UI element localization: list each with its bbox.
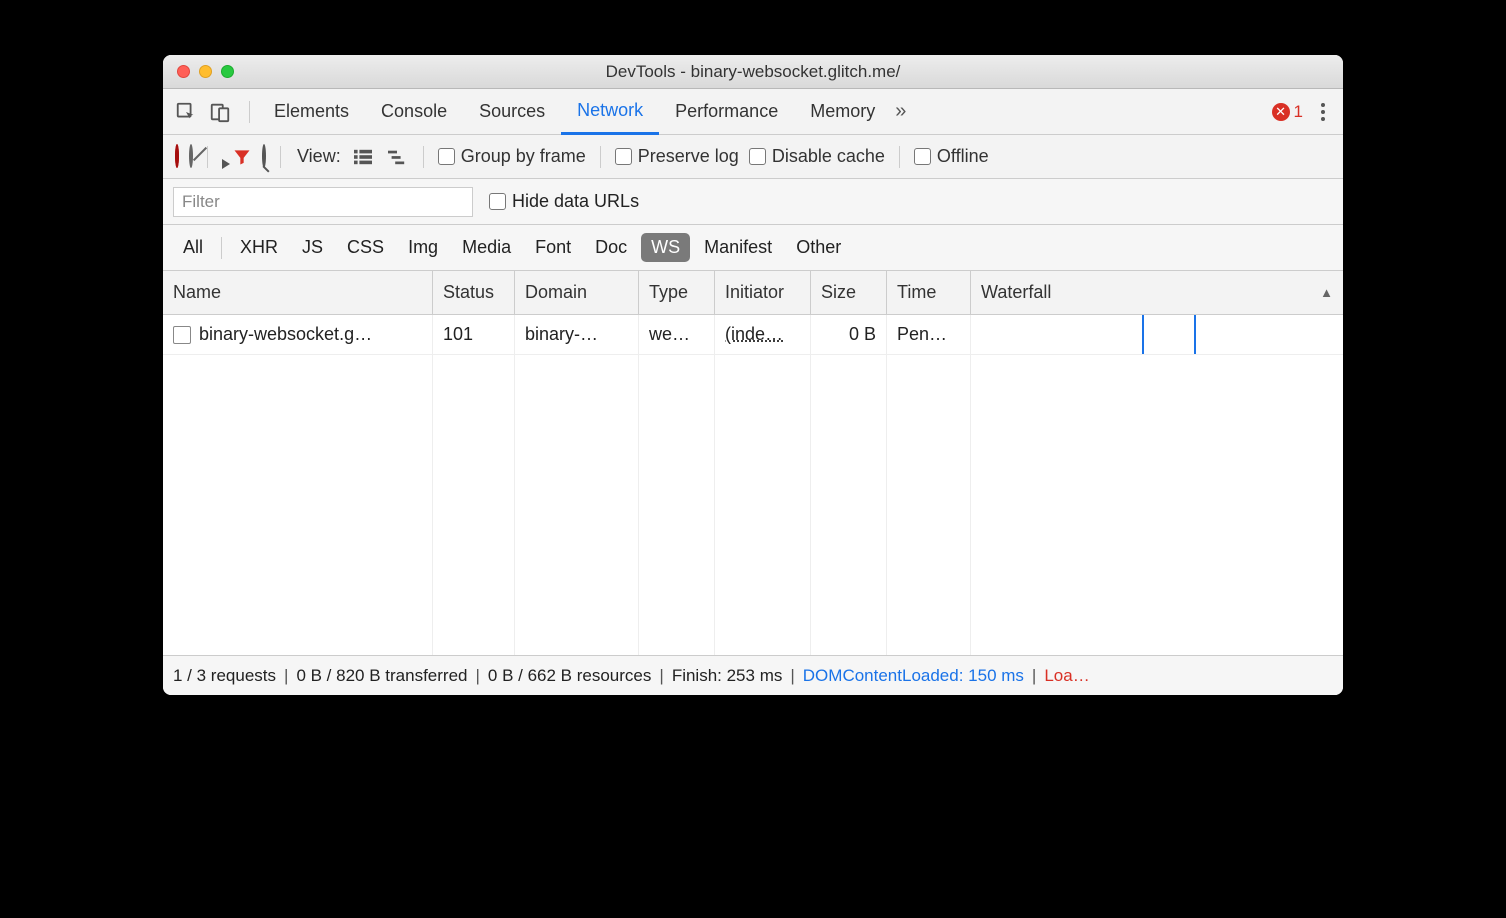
window-controls xyxy=(177,65,234,78)
col-domain[interactable]: Domain xyxy=(515,271,639,314)
filter-icon[interactable] xyxy=(232,147,252,167)
inspect-element-icon[interactable] xyxy=(173,99,199,125)
record-button[interactable] xyxy=(175,146,179,167)
offline-checkbox[interactable]: Offline xyxy=(914,146,989,167)
cell-size: 0 B xyxy=(811,315,887,354)
close-window-button[interactable] xyxy=(177,65,190,78)
filter-type-img[interactable]: Img xyxy=(398,233,448,262)
hide-data-urls-checkbox[interactable]: Hide data URLs xyxy=(489,191,639,212)
panel-tabbar: Elements Console Sources Network Perform… xyxy=(163,89,1343,135)
cell-initiator: (inde… xyxy=(715,315,811,354)
tab-memory[interactable]: Memory xyxy=(794,89,891,134)
status-resources: 0 B / 662 B resources xyxy=(488,666,651,686)
zoom-window-button[interactable] xyxy=(221,65,234,78)
disable-cache-checkbox[interactable]: Disable cache xyxy=(749,146,885,167)
filter-input[interactable]: Filter xyxy=(173,187,473,217)
more-tabs-icon[interactable]: » xyxy=(895,100,906,123)
kebab-menu-icon[interactable] xyxy=(1313,103,1333,121)
requests-grid: Name Status Domain Type Initiator Size T… xyxy=(163,271,1343,655)
filter-type-other[interactable]: Other xyxy=(786,233,851,262)
filter-type-xhr[interactable]: XHR xyxy=(230,233,288,262)
tab-console[interactable]: Console xyxy=(365,89,463,134)
separator xyxy=(423,146,424,168)
search-icon[interactable] xyxy=(262,146,266,167)
separator xyxy=(280,146,281,168)
cell-name: binary-websocket.g… xyxy=(163,315,433,354)
cell-time: Pen… xyxy=(887,315,971,354)
separator xyxy=(600,146,601,168)
error-count-badge[interactable]: ✕ 1 xyxy=(1272,102,1303,122)
status-domcontentloaded: DOMContentLoaded: 150 ms xyxy=(803,666,1024,686)
sort-indicator-icon: ▲ xyxy=(1320,285,1333,300)
grid-header: Name Status Domain Type Initiator Size T… xyxy=(163,271,1343,315)
cell-type: we… xyxy=(639,315,715,354)
window-title: DevTools - binary-websocket.glitch.me/ xyxy=(163,62,1343,82)
col-waterfall[interactable]: Waterfall ▲ xyxy=(971,271,1343,314)
grid-body: binary-websocket.g… 101 binary-… we… (in… xyxy=(163,315,1343,655)
group-by-frame-checkbox[interactable]: Group by frame xyxy=(438,146,586,167)
tab-elements[interactable]: Elements xyxy=(258,89,365,134)
type-filter-row: All XHR JS CSS Img Media Font Doc WS Man… xyxy=(163,225,1343,271)
filter-type-js[interactable]: JS xyxy=(292,233,333,262)
filter-row: Filter Hide data URLs xyxy=(163,179,1343,225)
tab-network[interactable]: Network xyxy=(561,90,659,135)
preserve-log-checkbox[interactable]: Preserve log xyxy=(615,146,739,167)
separator xyxy=(899,146,900,168)
filter-type-all[interactable]: All xyxy=(173,233,213,262)
cell-status: 101 xyxy=(433,315,515,354)
filter-type-ws[interactable]: WS xyxy=(641,233,690,262)
clear-button[interactable] xyxy=(189,146,193,167)
col-initiator[interactable]: Initiator xyxy=(715,271,811,314)
status-bar: 1 / 3 requests | 0 B / 820 B transferred… xyxy=(163,655,1343,695)
device-toolbar-icon[interactable] xyxy=(207,99,233,125)
status-transferred: 0 B / 820 B transferred xyxy=(296,666,467,686)
filter-type-media[interactable]: Media xyxy=(452,233,521,262)
minimize-window-button[interactable] xyxy=(199,65,212,78)
column-guides xyxy=(163,315,1343,655)
status-finish: Finish: 253 ms xyxy=(672,666,783,686)
col-status[interactable]: Status xyxy=(433,271,515,314)
network-toolbar: View: Group by frame Preserve log Disabl… xyxy=(163,135,1343,179)
separator xyxy=(221,237,222,259)
tab-performance[interactable]: Performance xyxy=(659,89,794,134)
separator xyxy=(207,146,208,168)
large-rows-icon[interactable] xyxy=(351,147,375,167)
waterfall-marker xyxy=(1142,315,1144,354)
filter-type-css[interactable]: CSS xyxy=(337,233,394,262)
col-size[interactable]: Size xyxy=(811,271,887,314)
error-count: 1 xyxy=(1294,102,1303,122)
filter-type-font[interactable]: Font xyxy=(525,233,581,262)
file-icon xyxy=(173,326,191,344)
status-load: Loa… xyxy=(1044,666,1089,686)
col-name[interactable]: Name xyxy=(163,271,433,314)
col-time[interactable]: Time xyxy=(887,271,971,314)
titlebar: DevTools - binary-websocket.glitch.me/ xyxy=(163,55,1343,89)
error-icon: ✕ xyxy=(1272,103,1290,121)
cell-domain: binary-… xyxy=(515,315,639,354)
waterfall-marker xyxy=(1194,315,1196,354)
filter-type-manifest[interactable]: Manifest xyxy=(694,233,782,262)
filter-type-doc[interactable]: Doc xyxy=(585,233,637,262)
view-label: View: xyxy=(297,146,341,167)
waterfall-view-icon[interactable] xyxy=(385,147,409,167)
separator xyxy=(249,101,250,123)
status-requests: 1 / 3 requests xyxy=(173,666,276,686)
request-row[interactable]: binary-websocket.g… 101 binary-… we… (in… xyxy=(163,315,1343,355)
col-type[interactable]: Type xyxy=(639,271,715,314)
tab-sources[interactable]: Sources xyxy=(463,89,561,134)
devtools-window: DevTools - binary-websocket.glitch.me/ E… xyxy=(163,55,1343,695)
cell-waterfall xyxy=(971,315,1343,354)
